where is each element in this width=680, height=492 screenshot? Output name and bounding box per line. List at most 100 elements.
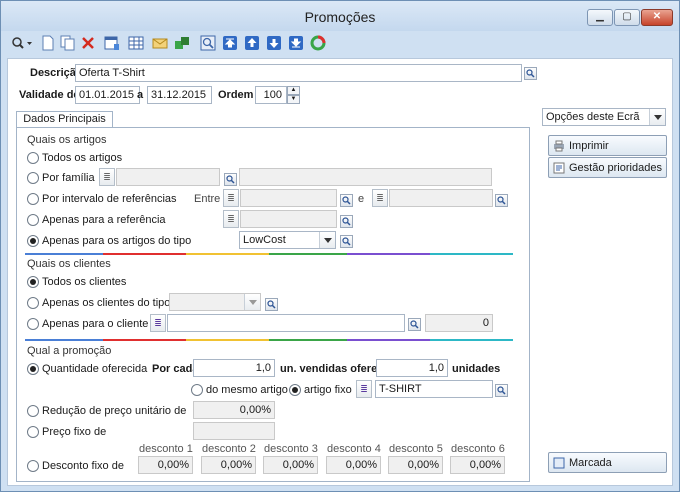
- cliente-count: 0: [425, 314, 493, 332]
- desconto-5-input[interactable]: 0,00%: [388, 456, 443, 474]
- radio-artigo-fixo[interactable]: [289, 384, 301, 396]
- artigo-fixo-search-button[interactable]: [495, 384, 508, 397]
- preview-icon: [200, 35, 216, 51]
- descricao-search-button[interactable]: [524, 67, 537, 80]
- close-window-button[interactable]: ✕: [641, 9, 673, 26]
- move-down-button[interactable]: [265, 34, 283, 52]
- new-document-icon: [42, 35, 54, 51]
- cliente-input[interactable]: [167, 314, 405, 332]
- reload-button[interactable]: [309, 34, 327, 52]
- move-top-button[interactable]: [221, 34, 239, 52]
- por-cada-input[interactable]: 1,0: [193, 359, 275, 377]
- descricao-input[interactable]: Oferta T-Shirt: [75, 64, 522, 82]
- window-title: Promoções: [304, 9, 376, 25]
- radio-artigos-tipo[interactable]: [27, 235, 39, 247]
- intervalo-from-input[interactable]: [240, 189, 337, 207]
- form-area: Descrição Oferta T-Shirt Validade de 01.…: [7, 58, 673, 486]
- chevron-down-icon[interactable]: [649, 109, 665, 125]
- por-intervalo-label: Por intervalo de referências: [42, 193, 177, 205]
- desconto-1-input[interactable]: 0,00%: [138, 456, 193, 474]
- radio-cliente[interactable]: [27, 318, 39, 330]
- desconto-4-input[interactable]: 0,00%: [326, 456, 381, 474]
- move-up-icon: [245, 36, 259, 50]
- chevron-up-icon[interactable]: ▲: [287, 86, 300, 95]
- opcoes-ecra-select[interactable]: Opções deste Ecrã: [542, 108, 666, 126]
- radio-por-intervalo[interactable]: [27, 193, 39, 205]
- search-icon: [342, 237, 351, 246]
- preco-fixo-input[interactable]: [193, 422, 275, 440]
- desconto-3-input[interactable]: 0,00%: [263, 456, 318, 474]
- radio-todos-clientes[interactable]: [27, 276, 39, 288]
- radio-desconto-fixo[interactable]: [27, 460, 39, 472]
- desconto-6-input[interactable]: 0,00%: [450, 456, 505, 474]
- tipo-artigo-select[interactable]: LowCost: [239, 231, 336, 249]
- desconto-fixo-label: Desconto fixo de: [42, 460, 124, 472]
- search-icon: [342, 196, 351, 205]
- printer-icon: [554, 140, 564, 151]
- chevron-down-icon[interactable]: [319, 232, 335, 248]
- radio-preco-fixo[interactable]: [27, 426, 39, 438]
- radio-por-familia[interactable]: [27, 172, 39, 184]
- minimize-button[interactable]: ▁: [587, 9, 613, 26]
- intervalo-to-input[interactable]: [389, 189, 493, 207]
- ordem-spinner[interactable]: ▲ ▼: [287, 86, 300, 104]
- validade-from-input[interactable]: 01.01.2015: [75, 86, 140, 104]
- mail-button[interactable]: [151, 34, 169, 52]
- oferece-input[interactable]: 1,0: [376, 359, 448, 377]
- refresh-data-button[interactable]: [173, 34, 191, 52]
- list-icon: ≣: [227, 192, 235, 203]
- search-icon: [342, 217, 351, 226]
- tab-dados-principais[interactable]: Dados Principais: [16, 111, 113, 128]
- tipo-artigo-search-button[interactable]: [340, 235, 353, 248]
- close-icon: ✕: [652, 11, 662, 22]
- validade-to-input[interactable]: 31.12.2015: [147, 86, 212, 104]
- intervalo-from-list-button[interactable]: ≣: [223, 189, 239, 207]
- reducao-input[interactable]: 0,00%: [193, 401, 275, 419]
- radio-todos-artigos[interactable]: [27, 152, 39, 164]
- list-icon: ≣: [154, 317, 162, 328]
- quantidade-label: Quantidade oferecida: [42, 363, 148, 375]
- intervalo-to-search-button[interactable]: [495, 194, 508, 207]
- imprimir-button[interactable]: Imprimir: [548, 135, 667, 156]
- grid-button[interactable]: [127, 34, 145, 52]
- radio-referencia[interactable]: [27, 214, 39, 226]
- por-familia-label: Por família: [42, 172, 95, 184]
- artigo-fixo-input[interactable]: T-SHIRT: [375, 380, 493, 398]
- title-bar: Promoções ▁ ▢ ✕: [1, 1, 679, 31]
- copy-button[interactable]: [59, 34, 77, 52]
- referencia-input[interactable]: [240, 210, 337, 228]
- chevron-down-icon[interactable]: ▼: [287, 95, 300, 104]
- move-up-button[interactable]: [243, 34, 261, 52]
- gestao-prioridades-button[interactable]: Gestão prioridades: [548, 157, 667, 178]
- artigo-fixo-list-button[interactable]: ≣: [356, 380, 372, 398]
- delete-button[interactable]: [79, 34, 97, 52]
- radio-reducao[interactable]: [27, 405, 39, 417]
- new-button[interactable]: [39, 34, 57, 52]
- preview-button[interactable]: [199, 34, 217, 52]
- intervalo-to-list-button[interactable]: ≣: [372, 189, 388, 207]
- referencia-search-button[interactable]: [340, 215, 353, 228]
- move-bottom-button[interactable]: [287, 34, 305, 52]
- radio-mesmo-artigo[interactable]: [191, 384, 203, 396]
- ordem-input[interactable]: 100: [255, 86, 287, 104]
- search-icon: [526, 69, 535, 78]
- tipo-cliente-select[interactable]: [169, 293, 261, 311]
- maximize-button[interactable]: ▢: [614, 9, 640, 26]
- referencia-list-button[interactable]: ≣: [223, 210, 239, 228]
- marcada-button[interactable]: Marcada: [548, 452, 667, 473]
- tipo-cliente-search-button[interactable]: [265, 298, 278, 311]
- familia-search-button[interactable]: [224, 173, 237, 186]
- properties-button[interactable]: [103, 34, 121, 52]
- intervalo-from-search-button[interactable]: [340, 194, 353, 207]
- search-button[interactable]: [9, 34, 35, 52]
- chevron-down-icon[interactable]: [244, 294, 260, 310]
- cliente-list-button[interactable]: ≣: [150, 314, 166, 332]
- desconto-3-label: desconto 3: [264, 443, 318, 455]
- radio-clientes-tipo[interactable]: [27, 297, 39, 309]
- gestao-prioridades-label: Gestão prioridades: [569, 161, 662, 174]
- radio-quantidade[interactable]: [27, 363, 39, 375]
- familia-input[interactable]: [116, 168, 220, 186]
- desconto-2-input[interactable]: 0,00%: [201, 456, 256, 474]
- cliente-search-button[interactable]: [408, 318, 421, 331]
- familia-list-button[interactable]: ≣: [99, 168, 115, 186]
